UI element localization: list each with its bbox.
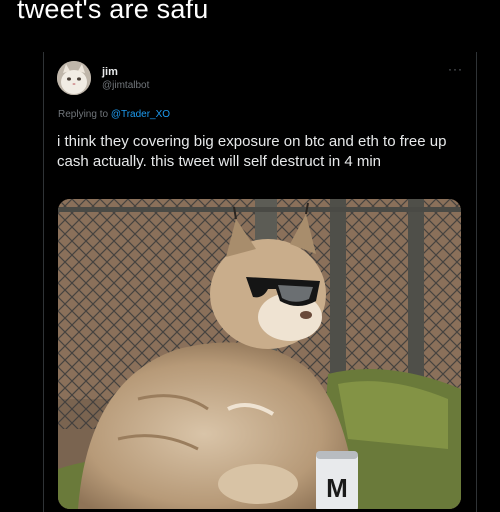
lynx-with-sunglasses-photo: M	[58, 199, 461, 509]
tweet-media-photo[interactable]: M	[58, 199, 461, 509]
tweet-text: i think they covering big exposure on bt…	[57, 133, 447, 170]
caption-text: tweet's are safu	[17, 0, 209, 24]
replying-to-line: Replying to @Trader_XO	[58, 109, 170, 120]
mention-link[interactable]: @Trader_XO	[111, 109, 170, 120]
author-handle[interactable]: @jimtalbot	[102, 80, 149, 91]
avatar[interactable]	[57, 61, 91, 95]
replying-prefix: Replying to	[58, 109, 109, 120]
author-name[interactable]: jim	[102, 66, 118, 78]
can-logo-text: M	[326, 473, 348, 503]
cat-avatar-icon	[57, 61, 91, 95]
more-dots-icon[interactable]: ···	[448, 62, 463, 76]
